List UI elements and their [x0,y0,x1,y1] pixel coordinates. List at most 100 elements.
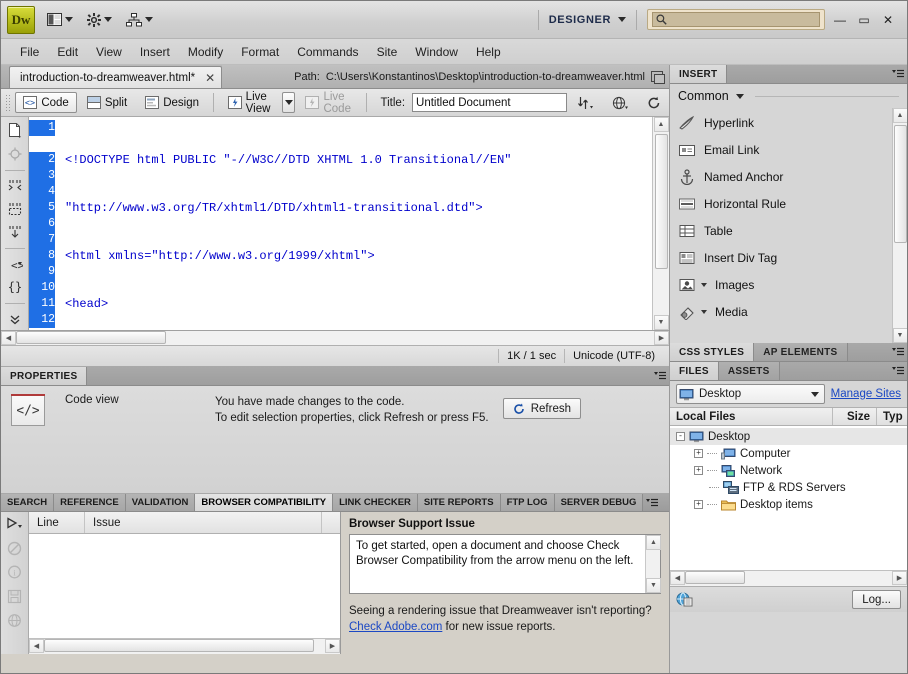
log-button[interactable]: Log... [852,590,901,609]
insert-item-hyperlink[interactable]: Hyperlink [670,109,892,136]
document-tab[interactable]: introduction-to-dreamweaver.html* ✕ [9,66,223,88]
site-select[interactable]: Desktop [676,384,825,404]
expand-selection-icon[interactable] [4,199,26,219]
layout-switcher-button[interactable] [45,8,75,32]
refresh-button[interactable]: Refresh [502,398,581,419]
expand-expander-icon[interactable]: + [694,449,703,458]
collapse-expander-icon[interactable]: - [676,432,685,441]
code-text-area[interactable]: <!DOCTYPE html PUBLIC "-//W3C//DTD XHTML… [59,117,652,330]
maximize-button[interactable]: ▭ [853,10,875,30]
code-view-button[interactable]: <> Code [15,92,77,113]
tab-properties[interactable]: PROPERTIES [1,367,88,385]
preview-browser-button[interactable] [604,92,637,113]
css-panel-menu-icon[interactable] [889,343,907,361]
menu-window[interactable]: Window [406,42,467,62]
collapse-full-tag-icon[interactable] [4,144,26,164]
scroll-up-icon[interactable]: ▲ [892,108,907,123]
results-grid-scrollbar[interactable]: ◀ ▶ [29,638,340,654]
refresh-design-button[interactable] [639,92,669,113]
files-panel-menu-icon[interactable] [889,362,907,380]
scroll-track[interactable] [685,571,892,586]
insert-item-table[interactable]: Table [670,217,892,244]
tab-reference[interactable]: REFERENCE [54,494,126,511]
workspace-switcher[interactable]: DESIGNER [549,14,626,26]
menu-file[interactable]: File [11,42,48,62]
insert-item-media[interactable]: Media [670,298,892,325]
scroll-track[interactable] [44,639,325,654]
tree-item-network[interactable]: + Network [670,462,907,479]
stop-icon[interactable] [6,539,24,557]
more-tools-icon[interactable] [4,310,26,330]
scroll-up-icon[interactable]: ▲ [646,535,661,550]
insert-panel-menu-icon[interactable] [889,65,907,83]
results-panel-menu-icon[interactable] [643,494,661,511]
minimize-button[interactable]: — [829,10,851,30]
tab-search[interactable]: SEARCH [1,494,55,511]
site-management-button[interactable] [124,8,155,32]
tab-browser-compatibility[interactable]: BROWSER COMPATIBILITY [195,494,334,511]
scroll-thumb[interactable] [44,639,314,652]
panel-menu-icon[interactable] [651,367,669,385]
close-button[interactable]: ✕ [877,10,899,30]
live-view-options-button[interactable] [282,92,296,113]
encoding-status[interactable]: Unicode (UTF-8) [564,349,663,363]
insert-item-images[interactable]: Images [670,271,892,298]
menu-edit[interactable]: Edit [48,42,87,62]
files-horizontal-scrollbar[interactable]: ◀ ▶ [670,570,907,586]
manage-sites-link[interactable]: Manage Sites [831,388,901,400]
insert-item-horizontal-rule[interactable]: Horizontal Rule [670,190,892,217]
chevron-down-icon[interactable] [701,309,707,314]
info-icon[interactable]: i [6,563,24,581]
code-editor[interactable]: <> {} 1 2 3 4 5 6 7 8 9 10 11 12 <!DOCTY… [1,117,669,331]
expand-all-icon[interactable] [4,222,26,242]
document-title-input[interactable] [412,93,568,112]
scroll-left-icon[interactable]: ◀ [29,639,44,653]
menu-format[interactable]: Format [232,42,288,62]
toolbar-grip[interactable] [5,93,11,112]
code-vertical-scrollbar[interactable]: ▲ ▼ [652,117,669,330]
tree-item-ftp-rds-servers[interactable]: FTP & RDS Servers [670,479,907,496]
browser-support-scrollbar[interactable]: ▲ ▼ [645,535,661,593]
scroll-down-icon[interactable]: ▼ [653,315,669,330]
scroll-thumb[interactable] [685,571,745,584]
scroll-down-icon[interactable]: ▼ [892,328,907,343]
tab-validation[interactable]: VALIDATION [125,494,196,511]
open-documents-icon[interactable] [4,121,26,141]
chevron-down-icon[interactable] [701,282,707,287]
scroll-left-icon[interactable]: ◀ [1,331,16,345]
column-line[interactable]: Line [29,512,85,533]
scroll-up-icon[interactable]: ▲ [653,117,669,132]
insert-item-named-anchor[interactable]: Named Anchor [670,163,892,190]
close-icon[interactable]: ✕ [205,71,215,85]
tab-site-reports[interactable]: SITE REPORTS [417,494,501,511]
column-local-files[interactable]: Local Files [670,408,833,425]
tab-link-checker[interactable]: LINK CHECKER [333,494,418,511]
scroll-thumb[interactable] [654,134,668,269]
tab-ftp-log[interactable]: FTP LOG [500,494,555,511]
insert-item-insert-div-tag[interactable]: Insert Div Tag [670,244,892,271]
menu-commands[interactable]: Commands [288,42,367,62]
results-grid-rows[interactable] [29,534,340,638]
column-issue[interactable]: Issue [85,512,322,533]
scroll-right-icon[interactable]: ▶ [892,571,907,585]
tab-ap-elements[interactable]: AP ELEMENTS [754,343,848,361]
split-view-button[interactable]: Split [79,92,135,113]
design-view-button[interactable]: Design [137,92,207,113]
expand-expander-icon[interactable]: + [694,500,703,509]
column-type[interactable]: Typ [877,408,907,425]
live-view-button[interactable]: Live View [220,91,281,115]
menu-help[interactable]: Help [467,42,510,62]
run-check-icon[interactable] [6,515,24,533]
menu-modify[interactable]: Modify [179,42,232,62]
tree-item-desktop-items[interactable]: + Desktop items [670,496,907,513]
tab-server-debug[interactable]: SERVER DEBUG [554,494,644,511]
globe-log-icon[interactable] [676,592,693,607]
browse-report-icon[interactable] [6,611,24,629]
collapse-selection-icon[interactable] [4,176,26,196]
live-code-button[interactable]: Live Code [297,91,359,115]
scroll-right-icon[interactable]: ▶ [654,331,669,345]
file-management-button[interactable] [569,92,602,113]
tab-files[interactable]: FILES [670,362,719,380]
menu-insert[interactable]: Insert [131,42,179,62]
menu-site[interactable]: Site [368,42,407,62]
